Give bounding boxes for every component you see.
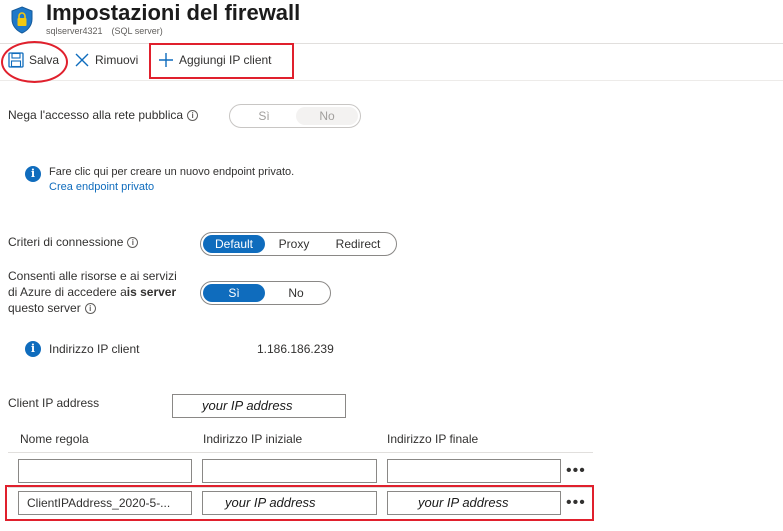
client-rule-row-highlight-annotation xyxy=(5,485,594,521)
server-name: sqlserver4321 xyxy=(46,26,103,36)
close-icon xyxy=(74,52,90,68)
save-highlight-annotation xyxy=(1,41,68,83)
more-options-icon[interactable]: ••• xyxy=(566,463,586,479)
info-icon[interactable]: i xyxy=(84,303,96,315)
remove-button[interactable]: Rimuovi xyxy=(74,52,138,68)
client-ip-value: 1.186.186.239 xyxy=(257,342,334,356)
page-title: Impostazioni del firewall xyxy=(46,0,301,25)
public-access-option-no[interactable]: No xyxy=(296,107,358,125)
column-header-end-ip: Indirizzo IP finale xyxy=(387,432,479,446)
add-client-ip-highlight-annotation xyxy=(149,43,294,79)
page-subtitle: sqlserver4321 (SQL server) xyxy=(46,26,163,36)
allow-azure-label-line2: di Azure di accedere ais server xyxy=(8,285,177,299)
public-access-label-row: Nega l'accesso alla rete pubblica i xyxy=(8,108,199,122)
allow-azure-label: Consenti alle risorse e ai servizi di Az… xyxy=(8,268,177,316)
allow-azure-label-line3: questo server xyxy=(8,301,81,315)
connection-policy-label-row: Criteri di connessione i xyxy=(8,235,139,249)
allow-azure-label-line1: Consenti alle risorse e ai servizi xyxy=(8,269,177,283)
info-icon: i xyxy=(25,341,41,357)
shield-lock-icon xyxy=(10,6,34,34)
column-header-rule-name: Nome regola xyxy=(20,432,89,446)
create-private-endpoint-link[interactable]: Crea endpoint privato xyxy=(49,181,154,193)
client-ip-address-input[interactable]: your IP address xyxy=(172,394,346,418)
client-ip-label: Indirizzo IP client xyxy=(49,342,140,356)
column-header-start-ip: Indirizzo IP iniziale xyxy=(203,432,303,446)
connection-policy-label: Criteri di connessione xyxy=(8,235,124,249)
public-access-toggle[interactable]: Sì No xyxy=(229,104,361,128)
table-header-divider xyxy=(8,452,593,453)
info-icon: i xyxy=(25,166,41,182)
public-access-label: Nega l'accesso alla rete pubblica xyxy=(8,108,184,122)
client-ip-address-label: Client IP address xyxy=(8,396,100,410)
allow-azure-toggle[interactable]: Sì No xyxy=(200,281,331,305)
allow-azure-option-no[interactable]: No xyxy=(265,284,327,302)
remove-button-label: Rimuovi xyxy=(95,53,139,67)
connection-policy-option-proxy[interactable]: Proxy xyxy=(265,235,323,253)
private-endpoint-text: Fare clic qui per creare un nuovo endpoi… xyxy=(49,166,295,178)
new-rule-start-ip-input[interactable] xyxy=(202,459,377,483)
server-kind: (SQL server) xyxy=(111,26,163,36)
allow-azure-option-yes[interactable]: Sì xyxy=(203,284,265,302)
connection-policy-toggle[interactable]: Default Proxy Redirect xyxy=(200,232,397,256)
toolbar-divider xyxy=(0,43,783,44)
connection-policy-option-redirect[interactable]: Redirect xyxy=(323,235,393,253)
toolbar-bottom-divider xyxy=(0,80,783,81)
info-icon[interactable]: i xyxy=(127,237,139,249)
info-icon[interactable]: i xyxy=(187,110,199,122)
new-rule-end-ip-input[interactable] xyxy=(387,459,561,483)
public-access-option-yes[interactable]: Sì xyxy=(232,107,296,125)
connection-policy-option-default[interactable]: Default xyxy=(203,235,265,253)
new-rule-name-input[interactable] xyxy=(18,459,192,483)
